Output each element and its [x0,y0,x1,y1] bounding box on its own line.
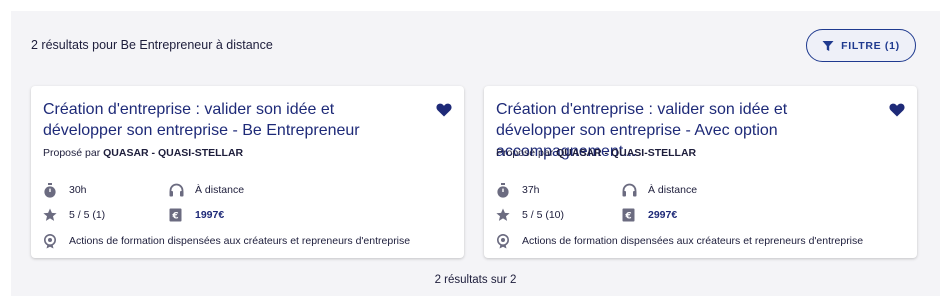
rating-row: 5 / 5 (10) [496,207,564,223]
results-panel: 2 résultats pour Be Entrepreneur à dista… [11,11,940,296]
training-card[interactable]: Création d'entreprise : valider son idée… [31,86,464,258]
category-value: Actions de formation dispensées aux créa… [69,235,411,247]
duration-row: 30h [43,182,87,198]
card-provider: Proposé par QUASAR - QUASI-STELLAR [43,147,243,159]
duration-value: 37h [522,184,540,196]
duration-value: 30h [69,184,87,196]
heart-icon[interactable] [889,103,905,122]
heart-icon[interactable] [436,103,452,122]
provider-prefix: Proposé par [43,147,101,159]
category-row: Actions de formation dispensées aux créa… [496,233,863,249]
headphones-icon [622,182,640,198]
svg-text:€: € [171,212,178,222]
star-icon [43,207,61,223]
stopwatch-icon [43,182,61,198]
headphones-icon [169,182,187,198]
training-card[interactable]: Création d'entreprise : valider son idée… [484,86,917,258]
duration-row: 37h [496,182,540,198]
rating-value: 5 / 5 (1) [69,209,106,221]
category-value: Actions de formation dispensées aux créa… [522,235,864,247]
results-summary: 2 résultats pour Be Entrepreneur à dista… [31,38,273,52]
award-icon [43,233,61,249]
mode-row: À distance [169,182,244,198]
card-provider: Proposé par QUASAR - QUASI-STELLAR [496,147,696,159]
price-value: 2997€ [648,209,678,221]
provider-name: QUASAR - QUASI-STELLAR [103,147,244,159]
category-row: Actions de formation dispensées aux créa… [43,233,410,249]
price-value: 1997€ [195,209,225,221]
rating-value: 5 / 5 (10) [522,209,565,221]
mode-row: À distance [622,182,697,198]
euro-icon: € [169,207,187,223]
results-count-footer: 2 résultats sur 2 [434,274,517,286]
mode-value: À distance [648,184,698,196]
star-icon [496,207,514,223]
mode-value: À distance [195,184,245,196]
filter-button[interactable]: FILTRE (1) [806,29,916,62]
price-row: € 2997€ [622,207,677,223]
filter-label: FILTRE (1) [841,39,900,52]
rating-row: 5 / 5 (1) [43,207,105,223]
stopwatch-icon [496,182,514,198]
filter-icon [822,40,834,52]
euro-icon: € [622,207,640,223]
award-icon [496,233,514,249]
provider-name: QUASAR - QUASI-STELLAR [556,147,697,159]
price-row: € 1997€ [169,207,224,223]
svg-text:€: € [624,212,631,222]
provider-prefix: Proposé par [496,147,554,159]
card-title[interactable]: Création d'entreprise : valider son idée… [43,99,413,141]
